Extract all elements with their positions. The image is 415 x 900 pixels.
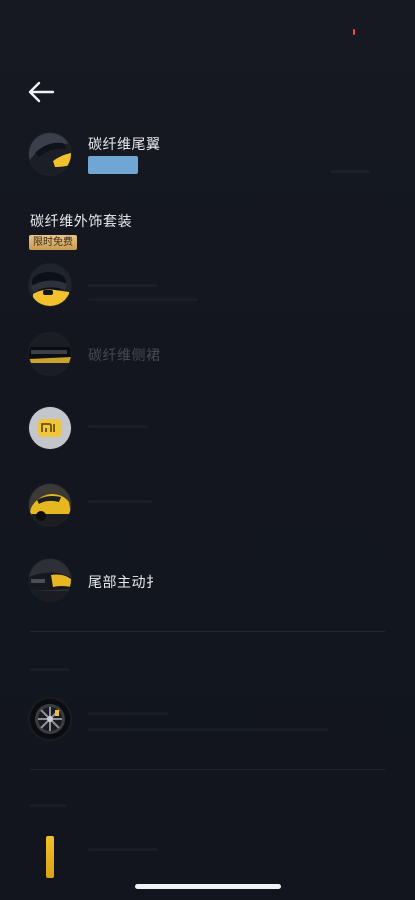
promo-badge: 限时免费	[29, 235, 77, 250]
yellow-accent-strip	[46, 836, 54, 878]
accessories-screen: 碳纤维尾翼 碳纤维外饰套装 限时免费 碳纤维侧裙 尾部主动扌	[0, 0, 415, 900]
faded-text	[88, 284, 158, 287]
back-button[interactable]	[26, 78, 58, 106]
mirror-thumbnail-icon	[29, 264, 71, 306]
featured-item-title: 碳纤维尾翼	[88, 137, 161, 153]
front-car-thumbnail-icon	[29, 484, 71, 526]
faded-detail	[330, 170, 370, 173]
faded-heading	[30, 804, 66, 807]
faded-text	[88, 500, 152, 503]
arrow-left-icon	[28, 81, 55, 103]
price-tag	[88, 156, 138, 174]
faded-text	[88, 298, 198, 301]
faded-text	[88, 712, 168, 715]
rear-car-thumbnail-icon	[29, 559, 71, 601]
list-item-title: 尾部主动扌	[88, 575, 161, 591]
list-item-title: 碳纤维侧裙	[88, 348, 161, 364]
spoiler-thumbnail-icon	[29, 133, 71, 175]
mi-logo-thumbnail-icon	[29, 407, 71, 449]
faded-text	[88, 425, 148, 428]
section-divider	[30, 631, 385, 632]
side-skirt-thumbnail-icon	[29, 333, 71, 375]
faded-heading	[30, 668, 70, 671]
section-title: 碳纤维外饰套装	[30, 214, 133, 230]
home-indicator[interactable]	[135, 884, 281, 889]
faded-text	[88, 848, 158, 851]
faded-text	[88, 728, 328, 731]
wheel-thumbnail-icon	[29, 698, 71, 740]
section-divider	[30, 769, 385, 770]
status-indicator	[353, 29, 355, 35]
